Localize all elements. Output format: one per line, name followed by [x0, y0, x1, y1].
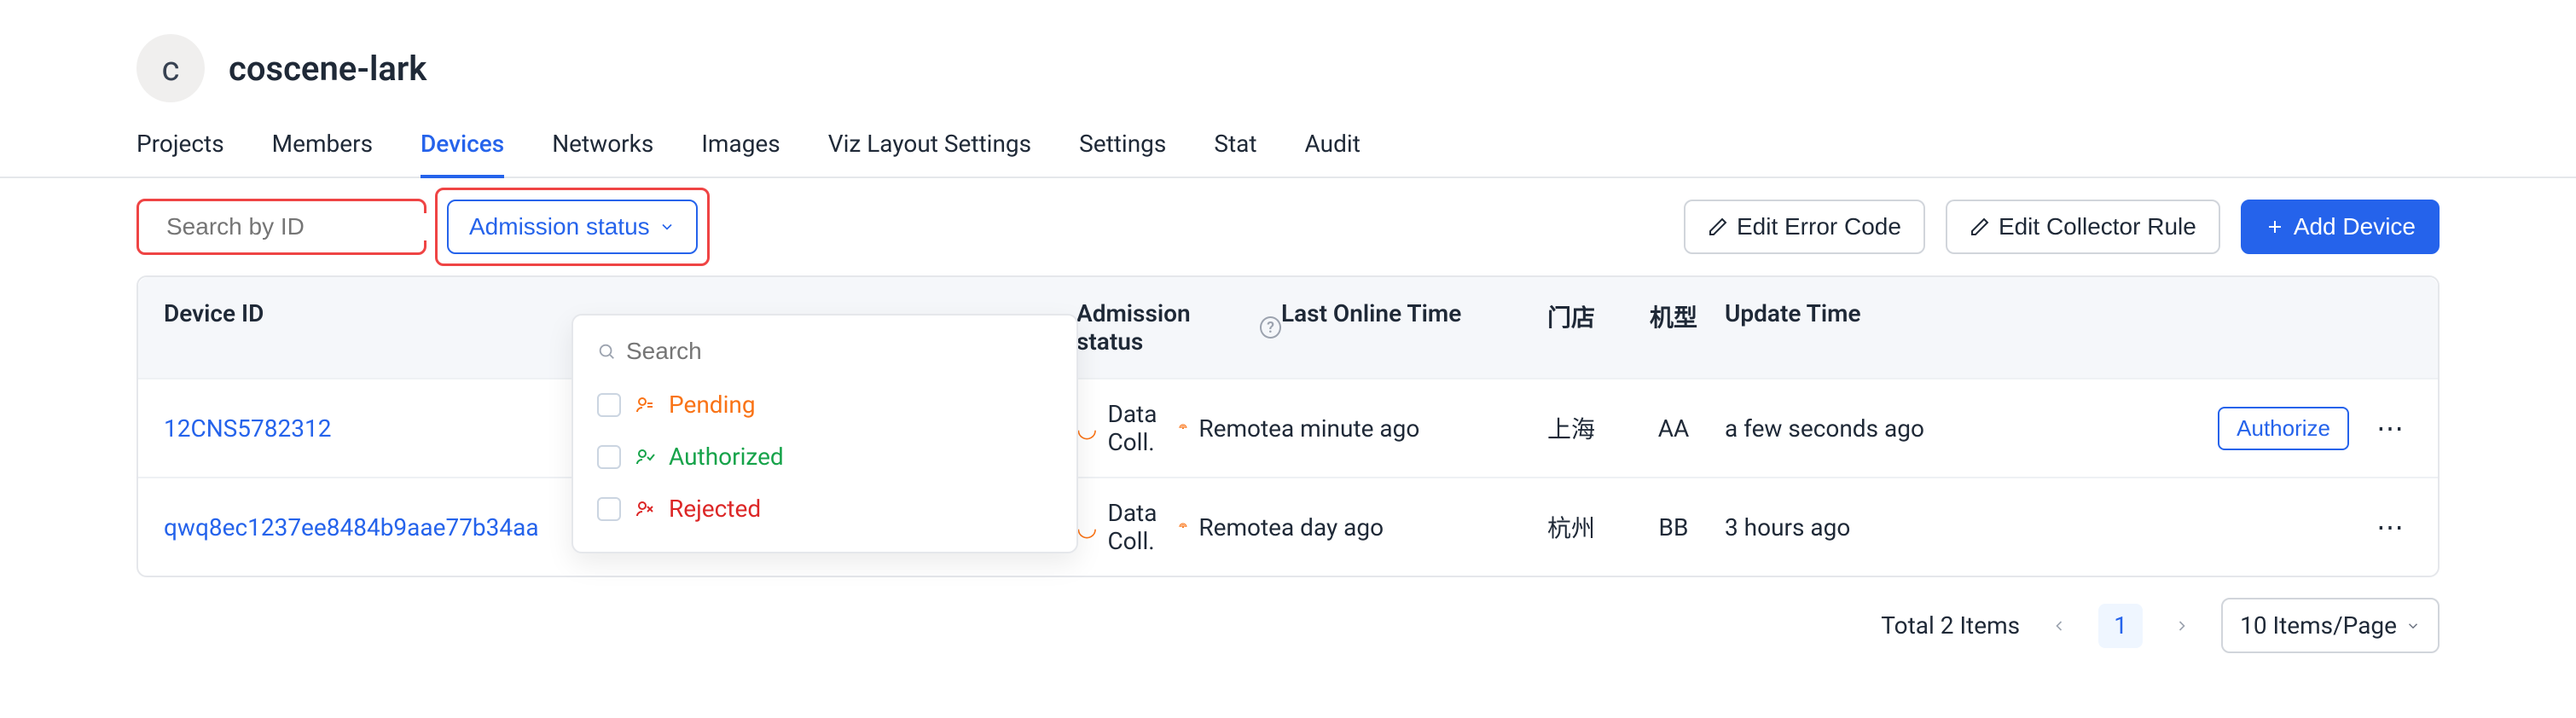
- authorized-icon: [635, 447, 655, 467]
- tab-projects[interactable]: Projects: [136, 130, 224, 178]
- filter-option-rejected[interactable]: Rejected: [573, 483, 1076, 535]
- tab-devices[interactable]: Devices: [421, 130, 504, 178]
- data-coll-label: Data Coll.: [1107, 400, 1166, 456]
- page-1[interactable]: 1: [2098, 604, 2143, 648]
- chevron-right-icon: [2173, 617, 2190, 634]
- help-icon[interactable]: ?: [1260, 316, 1281, 339]
- plus-icon: [2265, 217, 2285, 237]
- pencil-icon: [1708, 217, 1728, 237]
- page-next[interactable]: [2160, 604, 2204, 648]
- filter-option-label: Authorized: [669, 443, 784, 471]
- pending-icon: [635, 395, 655, 415]
- search-input-wrap[interactable]: [136, 199, 426, 255]
- remote-label: Remote: [1198, 513, 1281, 541]
- last-online-value: a minute ago: [1281, 414, 1520, 443]
- device-id-link[interactable]: 12CNS5782312: [164, 414, 331, 443]
- admission-status-dropdown: Pending Authorized Rejected: [571, 314, 1078, 553]
- search-input[interactable]: [166, 213, 474, 240]
- store-value: 杭州: [1520, 510, 1622, 544]
- update-value: 3 hours ago: [1725, 513, 2032, 541]
- pagination-total: Total 2 Items: [1881, 611, 2020, 640]
- filter-option-label: Pending: [669, 391, 756, 419]
- edit-error-code-button[interactable]: Edit Error Code: [1684, 200, 1925, 254]
- pencil-icon: [1970, 217, 1990, 237]
- dropdown-search-input[interactable]: [626, 338, 1053, 365]
- col-model: 机型: [1622, 299, 1725, 356]
- page-prev[interactable]: [2037, 604, 2081, 648]
- store-value: 上海: [1520, 411, 1622, 445]
- status-dot-icon: ◡: [1076, 513, 1097, 541]
- model-value: AA: [1622, 414, 1725, 443]
- col-last-online: Last Online Time: [1281, 299, 1520, 356]
- tab-stat[interactable]: Stat: [1214, 130, 1256, 178]
- org-avatar: c: [136, 34, 205, 102]
- row-more-icon[interactable]: ⋯: [2370, 414, 2412, 442]
- dropdown-search[interactable]: [573, 324, 1076, 379]
- page-size-label: 10 Items/Page: [2240, 611, 2397, 640]
- update-value: a few seconds ago: [1725, 414, 2032, 443]
- col-store: 门店: [1520, 299, 1622, 356]
- page-size-select[interactable]: 10 Items/Page: [2221, 598, 2440, 653]
- filter-label: Admission status: [469, 213, 650, 240]
- checkbox[interactable]: [597, 393, 621, 417]
- chevron-left-icon: [2051, 617, 2068, 634]
- col-admission: Admission status ?: [1076, 299, 1281, 356]
- rejected-icon: [635, 499, 655, 519]
- tab-networks[interactable]: Networks: [552, 130, 653, 178]
- tab-viz-layout[interactable]: Viz Layout Settings: [828, 130, 1031, 178]
- tab-members[interactable]: Members: [272, 130, 373, 178]
- device-table: Device ID Admission status ? Last Online…: [136, 275, 2440, 577]
- edit-collector-label: Edit Collector Rule: [1999, 213, 2196, 240]
- filter-option-pending[interactable]: Pending: [573, 379, 1076, 431]
- checkbox[interactable]: [597, 497, 621, 521]
- admission-status-filter[interactable]: Admission status: [447, 200, 698, 254]
- add-device-button[interactable]: Add Device: [2241, 200, 2440, 254]
- edit-collector-rule-button[interactable]: Edit Collector Rule: [1946, 200, 2220, 254]
- row-more-icon[interactable]: ⋯: [2370, 513, 2412, 541]
- tab-settings[interactable]: Settings: [1079, 130, 1166, 178]
- chevron-down-icon: [2405, 618, 2421, 634]
- remote-icon: [1177, 517, 1189, 537]
- filter-option-label: Rejected: [669, 495, 761, 523]
- checkbox[interactable]: [597, 445, 621, 469]
- tab-images[interactable]: Images: [701, 130, 780, 178]
- filter-option-authorized[interactable]: Authorized: [573, 431, 1076, 483]
- model-value: BB: [1622, 513, 1725, 541]
- data-coll-label: Data Coll.: [1107, 499, 1166, 555]
- remote-label: Remote: [1198, 414, 1281, 443]
- add-device-label: Add Device: [2294, 213, 2416, 240]
- device-id-link[interactable]: qwq8ec1237ee8484b9aae77b34aa: [164, 513, 539, 541]
- remote-icon: [1177, 418, 1189, 438]
- edit-error-label: Edit Error Code: [1737, 213, 1901, 240]
- col-update: Update Time: [1725, 299, 2032, 356]
- tab-audit[interactable]: Audit: [1305, 130, 1361, 178]
- table-row: 12CNS5782312 ◡ Data Coll. Remote a minut…: [138, 378, 2438, 477]
- table-row: qwq8ec1237ee8484b9aae77b34aa ◡ Data Coll…: [138, 477, 2438, 576]
- authorize-button[interactable]: Authorize: [2218, 407, 2349, 450]
- search-icon: [597, 342, 616, 361]
- nav-tabs: Projects Members Devices Networks Images…: [0, 113, 2576, 178]
- org-name: coscene-lark: [229, 49, 426, 89]
- chevron-down-icon: [659, 218, 676, 235]
- status-dot-icon: ◡: [1076, 414, 1097, 443]
- last-online-value: a day ago: [1281, 513, 1520, 541]
